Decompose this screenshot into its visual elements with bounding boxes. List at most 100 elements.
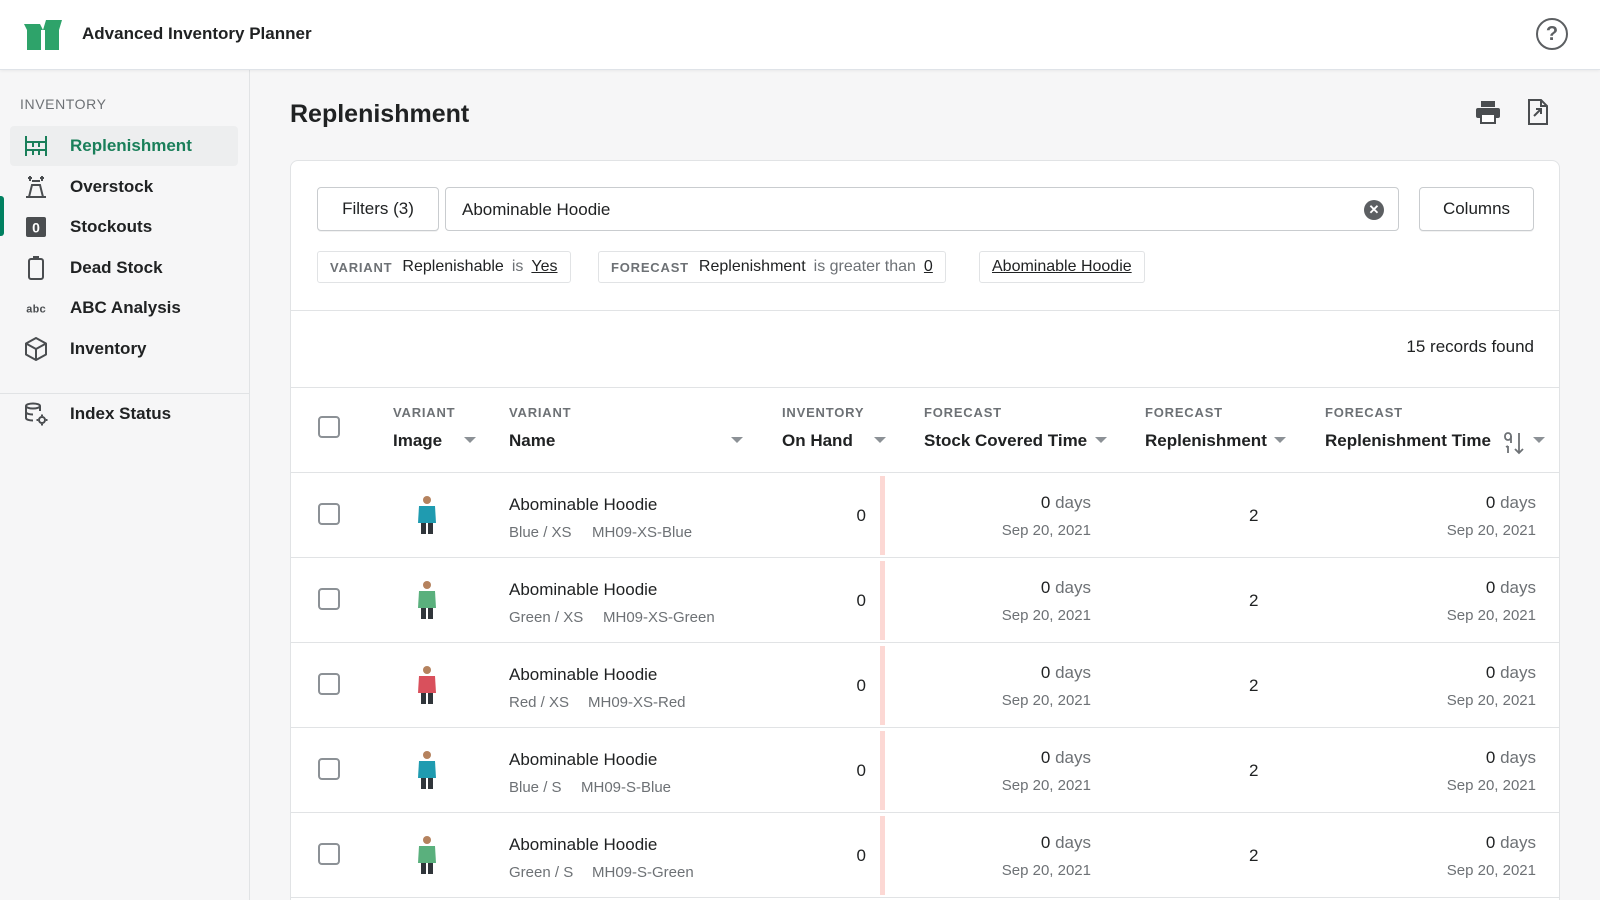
replenishment-time-value: 0 days <box>1486 578 1536 598</box>
filters-button[interactable]: Filters (3) <box>317 187 439 231</box>
product-thumbnail <box>418 581 436 619</box>
row-checkbox[interactable] <box>318 673 340 695</box>
sort-caret-icon[interactable] <box>731 437 743 443</box>
replenishment-time-date: Sep 20, 2021 <box>1446 777 1536 794</box>
table-row[interactable]: Abominable Hoodie Red / XS MH09-XS-Red 0… <box>291 643 1559 728</box>
product-thumbnail <box>418 836 436 874</box>
sidebar-item-label: Stockouts <box>70 217 153 236</box>
clear-search-icon[interactable]: ✕ <box>1364 200 1384 220</box>
replenishment-time-days: 0 <box>1485 493 1496 512</box>
table-row[interactable]: Abominable Hoodie Green / S MH09-S-Green… <box>291 813 1559 898</box>
variant-options: Green / XS <box>509 609 584 626</box>
on-hand-value: 0 <box>856 846 866 865</box>
print-icon[interactable] <box>1472 96 1504 128</box>
sidebar-item-overstock[interactable]: Overstock <box>10 167 238 207</box>
replenishment-time-date: Sep 20, 2021 <box>1446 607 1536 624</box>
product-name[interactable]: Abominable Hoodie <box>509 835 657 855</box>
product-name[interactable]: Abominable Hoodie <box>509 750 657 770</box>
row-checkbox[interactable] <box>318 503 340 525</box>
stock-covered-unit: days <box>1055 748 1091 767</box>
sort-caret-icon[interactable] <box>1533 437 1545 443</box>
sort-caret-icon[interactable] <box>874 437 886 443</box>
divider <box>291 310 1559 311</box>
row-checkbox[interactable] <box>318 758 340 780</box>
chip-value[interactable]: 0 <box>924 258 933 276</box>
replenishment-time-days: 0 <box>1485 748 1496 767</box>
filter-chip[interactable]: VARIANT Replenishable is Yes <box>317 251 571 283</box>
stock-covered-unit: days <box>1055 663 1091 682</box>
alert-bar <box>880 476 885 555</box>
svg-text:abc: abc <box>26 304 46 316</box>
product-name[interactable]: Abominable Hoodie <box>509 665 657 685</box>
replenishment-time-date: Sep 20, 2021 <box>1446 692 1536 709</box>
stock-covered-days: 0 <box>1040 748 1051 767</box>
help-icon[interactable]: ? <box>1536 18 1568 50</box>
search-value: Abominable Hoodie <box>462 200 611 219</box>
alert-bar <box>880 731 885 810</box>
sidebar-item-inventory[interactable]: Inventory <box>10 329 238 369</box>
app-title: Advanced Inventory Planner <box>82 24 312 43</box>
table-row[interactable]: Abominable Hoodie Green / XS MH09-XS-Gre… <box>291 558 1559 643</box>
column-category: FORECAST <box>1325 405 1403 420</box>
stock-covered-days: 0 <box>1040 493 1051 512</box>
chip-value[interactable]: Abominable Hoodie <box>992 258 1132 276</box>
column-category: VARIANT <box>509 405 572 420</box>
replenishment-time-unit: days <box>1500 578 1536 597</box>
sort-caret-icon[interactable] <box>1274 437 1286 443</box>
column-header-on-hand[interactable]: INVENTORY On Hand <box>782 405 864 450</box>
divider <box>291 387 1559 388</box>
column-header-image[interactable]: VARIANT Image <box>393 405 455 450</box>
search-input[interactable]: Abominable Hoodie ✕ <box>445 187 1399 231</box>
sidebar-item-stockouts[interactable]: 0 Stockouts <box>10 207 238 247</box>
export-icon[interactable] <box>1522 96 1554 128</box>
stock-covered-unit: days <box>1055 833 1091 852</box>
sidebar-item-replenishment[interactable]: Replenishment <box>10 126 238 166</box>
column-header-replenishment[interactable]: FORECAST Replenishment <box>1145 405 1267 450</box>
row-checkbox[interactable] <box>318 843 340 865</box>
sidebar-item-index-status[interactable]: Index Status <box>10 394 238 434</box>
stockouts-icon: 0 <box>24 215 48 239</box>
product-name[interactable]: Abominable Hoodie <box>509 495 657 515</box>
replenishment-time-days: 0 <box>1485 663 1496 682</box>
page-title: Replenishment <box>290 100 470 128</box>
replenishment-time-value: 0 days <box>1486 748 1536 768</box>
table-row[interactable]: Abominable Hoodie Blue / S MH09-S-Blue 0… <box>291 728 1559 813</box>
sort-caret-icon[interactable] <box>1095 437 1107 443</box>
columns-button[interactable]: Columns <box>1419 187 1534 231</box>
column-name: Stock Covered Time <box>924 431 1088 450</box>
chip-category: VARIANT <box>330 259 393 275</box>
chip-value[interactable]: Yes <box>531 258 557 276</box>
replenishment-time-value: 0 days <box>1486 663 1536 683</box>
column-header-stock-covered-time[interactable]: FORECAST Stock Covered Time <box>924 405 1087 450</box>
sidebar-item-label: Replenishment <box>70 136 192 155</box>
column-header-name[interactable]: VARIANT Name <box>509 405 572 450</box>
sidebar-item-abc-analysis[interactable]: abc ABC Analysis <box>10 288 238 328</box>
sidebar-item-label: ABC Analysis <box>70 298 181 317</box>
alert-bar <box>880 816 885 895</box>
sort-caret-icon[interactable] <box>464 437 476 443</box>
sidebar-item-dead-stock[interactable]: Dead Stock <box>10 248 238 288</box>
variant-sku: MH09-XS-Red <box>588 694 686 711</box>
on-hand-value: 0 <box>856 676 866 695</box>
filter-chip[interactable]: Abominable Hoodie <box>979 251 1145 283</box>
stock-covered-date: Sep 20, 2021 <box>1001 607 1091 624</box>
alert-bar <box>880 646 885 725</box>
abc-icon: abc <box>24 296 48 320</box>
sort-descending-icon[interactable] <box>1503 431 1527 455</box>
filter-chip[interactable]: FORECAST Replenishment is greater than 0 <box>598 251 946 283</box>
stock-covered-value: 0 days <box>1041 663 1091 683</box>
column-header-replenishment-time[interactable]: FORECAST Replenishment Time <box>1325 405 1491 450</box>
chip-operator: is greater than <box>813 258 916 275</box>
stock-covered-value: 0 days <box>1041 493 1091 513</box>
stock-covered-days: 0 <box>1040 833 1051 852</box>
row-checkbox[interactable] <box>318 588 340 610</box>
select-all-checkbox[interactable] <box>318 416 340 438</box>
product-name[interactable]: Abominable Hoodie <box>509 580 657 600</box>
chip-field: Replenishment <box>698 258 806 275</box>
stock-covered-value: 0 days <box>1041 748 1091 768</box>
table-row[interactable]: Abominable Hoodie Blue / XS MH09-XS-Blue… <box>291 473 1559 558</box>
replenishment-time-value: 0 days <box>1486 493 1536 513</box>
variant-options: Green / S <box>509 864 574 881</box>
column-name: Name <box>509 431 556 450</box>
on-hand-value: 0 <box>856 761 866 780</box>
